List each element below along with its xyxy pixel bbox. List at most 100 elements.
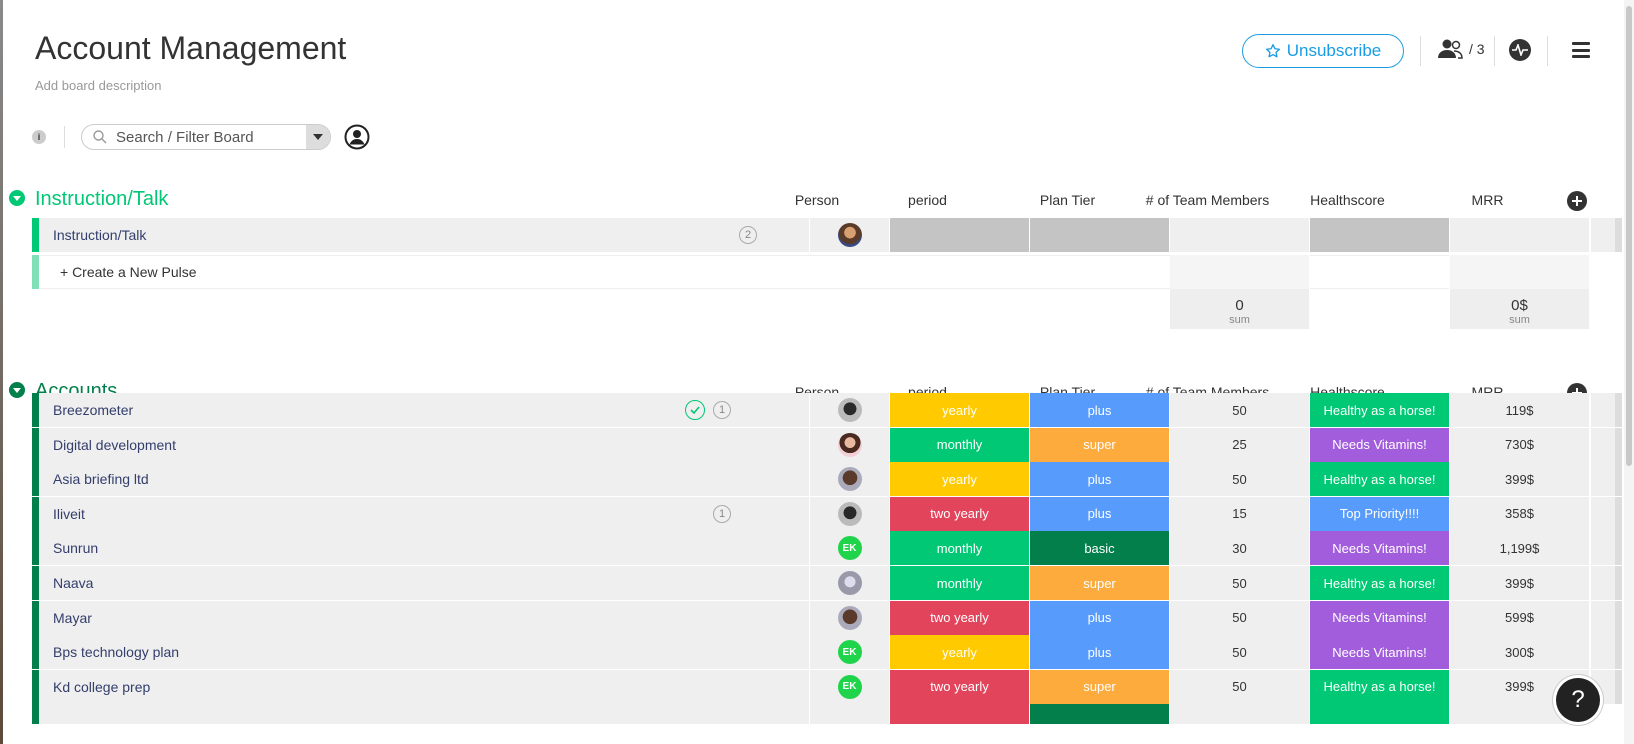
scrollbar-thumb[interactable] [1626,6,1632,466]
pulse-name[interactable]: Sunrun [39,531,809,566]
person-filter-icon[interactable] [344,124,370,150]
vertical-scrollbar[interactable] [1624,0,1634,744]
period-cell[interactable]: yearly [890,393,1029,427]
table-row[interactable]: Breezometer 1 yearly plus 50 Healthy as a hor… [32,393,1622,428]
team-members-cell[interactable]: 30 [1170,531,1309,566]
team-members-cell[interactable]: 50 [1170,566,1309,600]
activity-icon[interactable] [1509,39,1531,61]
table-row[interactable]: Bps technology plan EK yearly plus 50 Needs V… [32,635,1622,670]
pulse-name[interactable]: Naava [39,566,809,600]
person-cell[interactable]: EK [809,669,889,704]
person-cell[interactable] [809,496,889,531]
person-cell[interactable] [809,566,889,600]
column-header-team-members[interactable]: # of Team Members [1138,192,1277,208]
team-members-cell[interactable]: 50 [1170,600,1309,635]
healthscore-cell[interactable]: Healthy as a horse! [1310,393,1449,427]
group-collapse-toggle[interactable] [9,190,25,206]
info-icon[interactable]: i [32,130,46,144]
board-title[interactable]: Account Management [35,30,346,67]
period-cell[interactable]: monthly [890,531,1029,566]
period-cell[interactable]: two yearly [890,496,1029,531]
plan-tier-cell[interactable]: super [1030,427,1169,462]
person-cell[interactable] [809,393,889,427]
healthscore-cell[interactable]: Healthy as a horse! [1310,462,1449,497]
table-row[interactable]: Naava monthly super 50 Healthy as a horse! 39… [32,566,1622,601]
updates-count[interactable]: 2 [739,226,757,244]
period-cell[interactable] [890,218,1029,252]
table-row[interactable]: Kd college prep EK two yearly super 50 Health… [32,669,1622,705]
person-cell[interactable] [809,427,889,462]
help-button[interactable]: ? [1556,678,1600,722]
pulse-name[interactable]: Asia briefing ltd [39,462,809,497]
team-members-cell[interactable]: 50 [1170,393,1309,427]
search-filter-box[interactable] [81,124,331,150]
table-row[interactable]: Asia briefing ltd yearly plus 50 Healthy as … [32,462,1622,497]
mrr-cell[interactable]: 730$ [1450,427,1589,462]
search-dropdown-button[interactable] [306,125,330,149]
unsubscribe-button[interactable]: Unsubscribe [1242,34,1404,68]
table-row[interactable]: Sunrun EK monthly basic 30 Needs Vitamins! 1,1… [32,531,1622,566]
mrr-cell[interactable]: 399$ [1450,566,1589,600]
team-members-cell[interactable]: 50 [1170,669,1309,704]
updates-count[interactable]: 1 [713,401,731,419]
create-new-pulse-input[interactable]: + Create a New Pulse [39,255,1170,289]
mrr-cell[interactable]: 599$ [1450,600,1589,635]
table-row[interactable]: Iliveit 1 two yearly plus 15 Top Priority!!!!… [32,496,1622,532]
plan-tier-cell[interactable]: super [1030,566,1169,600]
add-column-button[interactable] [1567,191,1587,211]
person-cell[interactable] [809,600,889,635]
plan-tier-cell[interactable]: plus [1030,393,1169,427]
done-check-icon[interactable] [685,400,705,420]
person-cell[interactable]: EK [809,531,889,566]
table-row[interactable]: Digital development monthly super 25 Needs V… [32,427,1622,463]
period-cell[interactable]: yearly [890,635,1029,670]
search-input[interactable] [114,127,298,147]
pulse-name[interactable]: Iliveit [39,496,809,531]
healthscore-cell[interactable] [1310,218,1449,252]
mrr-cell[interactable]: 300$ [1450,635,1589,670]
column-header-mrr[interactable]: MRR [1418,192,1557,208]
table-row[interactable]: Mayar two yearly plus 50 Needs Vitamins! 599$ [32,600,1622,636]
team-members-cell[interactable]: 25 [1170,427,1309,462]
healthscore-cell[interactable]: Needs Vitamins! [1310,531,1449,566]
healthscore-cell[interactable]: Needs Vitamins! [1310,600,1449,635]
pulse-name[interactable]: Kd college prep [39,669,809,704]
period-cell[interactable]: monthly [890,427,1029,462]
mrr-cell[interactable]: 399$ [1450,462,1589,497]
menu-icon[interactable] [1572,42,1590,58]
person-cell[interactable] [809,218,889,252]
board-description[interactable]: Add board description [35,78,161,93]
updates-count[interactable]: 1 [713,504,731,523]
pulse-name[interactable]: Digital development [39,427,809,462]
board-members-button[interactable]: / 3 [1437,38,1485,60]
team-members-cell[interactable]: 15 [1170,496,1309,531]
group-collapse-toggle[interactable] [9,382,25,398]
mrr-cell[interactable]: 119$ [1450,393,1589,427]
healthscore-cell[interactable]: Healthy as a horse! [1310,669,1449,704]
create-new-pulse-row[interactable]: + Create a New Pulse [32,255,1598,289]
team-members-cell[interactable] [1170,218,1309,252]
period-cell[interactable]: two yearly [890,669,1029,704]
group-title[interactable]: Instruction/Talk [35,188,168,211]
period-cell[interactable]: two yearly [890,600,1029,635]
person-cell[interactable] [809,462,889,497]
healthscore-cell[interactable]: Top Priority!!!! [1310,496,1449,531]
plan-tier-cell[interactable]: plus [1030,635,1169,670]
person-cell[interactable]: EK [809,635,889,670]
table-row[interactable]: Instruction/Talk 2 [32,218,1622,253]
period-cell[interactable]: monthly [890,566,1029,600]
period-cell[interactable]: yearly [890,462,1029,497]
team-members-cell[interactable]: 50 [1170,462,1309,497]
column-header-healthscore[interactable]: Healthscore [1278,192,1417,208]
column-header-plan-tier[interactable]: Plan Tier [998,192,1137,208]
plan-tier-cell[interactable] [1030,218,1169,252]
healthscore-cell[interactable]: Needs Vitamins! [1310,427,1449,462]
mrr-cell[interactable] [1450,218,1589,252]
pulse-name[interactable]: Bps technology plan [39,635,809,670]
team-members-cell[interactable]: 50 [1170,635,1309,670]
pulse-name[interactable]: Mayar [39,600,809,635]
pulse-name[interactable]: Instruction/Talk [39,218,809,252]
column-header-person[interactable]: Person [777,192,857,208]
healthscore-cell[interactable]: Healthy as a horse! [1310,566,1449,600]
plan-tier-cell[interactable]: basic [1030,531,1169,566]
